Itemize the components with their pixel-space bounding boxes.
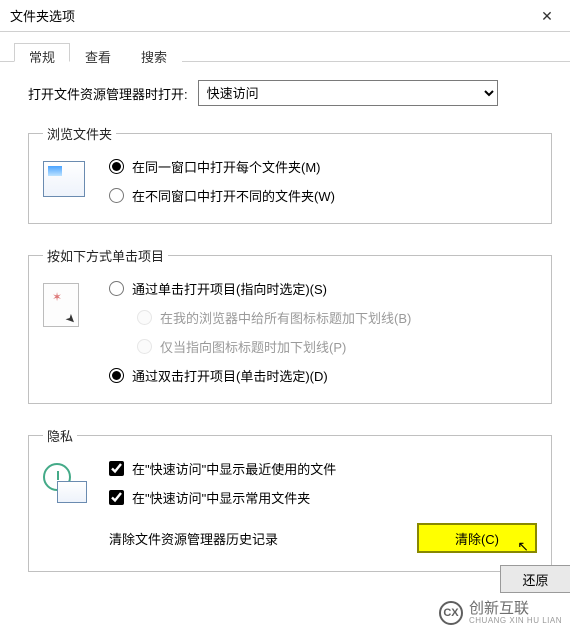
tab-panel-general: 打开文件资源管理器时打开: 快速访问 浏览文件夹 在同一窗口中打开每个文件夹(M… xyxy=(0,62,570,604)
check-recent-files[interactable]: 在"快速访问"中显示最近使用的文件 xyxy=(109,459,537,478)
group-browse-folders: 浏览文件夹 在同一窗口中打开每个文件夹(M) 在不同窗口中打开不同的文件夹(W) xyxy=(28,124,552,224)
group-privacy: 隐私 在"快速访问"中显示最近使用的文件 在"快速访问"中显示常用文件夹 清除文… xyxy=(28,426,552,572)
group-click-legend: 按如下方式单击项目 xyxy=(43,246,168,265)
radio-same-window-input[interactable] xyxy=(109,159,124,174)
clear-button[interactable]: 清除(C) ↖ xyxy=(417,523,537,553)
watermark-logo-icon: CX xyxy=(439,601,463,625)
radio-underline-browser-input xyxy=(137,310,152,325)
open-explorer-label: 打开文件资源管理器时打开: xyxy=(28,84,188,103)
check-recent-files-label: 在"快速访问"中显示最近使用的文件 xyxy=(132,459,336,478)
radio-new-window-input[interactable] xyxy=(109,188,124,203)
check-freq-folders-label: 在"快速访问"中显示常用文件夹 xyxy=(132,488,310,507)
radio-double-click-label: 通过双击打开项目(单击时选定)(D) xyxy=(132,366,328,385)
close-icon: ✕ xyxy=(541,8,553,25)
watermark-sub: CHUANG XIN HU LIAN xyxy=(469,616,562,625)
radio-underline-browser-label: 在我的浏览器中给所有图标标题加下划线(B) xyxy=(160,308,411,327)
clear-history-label: 清除文件资源管理器历史记录 xyxy=(109,529,278,548)
group-click-mode: 按如下方式单击项目 通过单击打开项目(指向时选定)(S) 在我的浏览器中给所有图… xyxy=(28,246,552,404)
check-freq-folders-input[interactable] xyxy=(109,490,124,505)
radio-underline-point-label: 仅当指向图标标题时加下划线(P) xyxy=(160,337,346,356)
radio-single-click[interactable]: 通过单击打开项目(指向时选定)(S) xyxy=(109,279,537,298)
close-button[interactable]: ✕ xyxy=(524,0,570,32)
radio-new-window-label: 在不同窗口中打开不同的文件夹(W) xyxy=(132,186,335,205)
open-explorer-row: 打开文件资源管理器时打开: 快速访问 xyxy=(28,80,552,106)
tab-search[interactable]: 搜索 xyxy=(126,43,182,62)
watermark-brand: 创新互联 xyxy=(469,601,562,616)
privacy-icon xyxy=(43,459,95,553)
radio-underline-point: 仅当指向图标标题时加下划线(P) xyxy=(137,337,537,356)
radio-underline-point-input xyxy=(137,339,152,354)
radio-single-click-label: 通过单击打开项目(指向时选定)(S) xyxy=(132,279,327,298)
browse-icon xyxy=(43,157,95,205)
check-freq-folders[interactable]: 在"快速访问"中显示常用文件夹 xyxy=(109,488,537,507)
titlebar: 文件夹选项 ✕ xyxy=(0,0,570,32)
watermark: CX 创新互联 CHUANG XIN HU LIAN xyxy=(439,601,562,625)
open-explorer-dropdown[interactable]: 快速访问 xyxy=(198,80,498,106)
tab-general[interactable]: 常规 xyxy=(14,43,70,62)
cursor-icon: ↖ xyxy=(517,538,529,555)
radio-same-window[interactable]: 在同一窗口中打开每个文件夹(M) xyxy=(109,157,537,176)
click-icon xyxy=(43,279,95,385)
radio-underline-browser: 在我的浏览器中给所有图标标题加下划线(B) xyxy=(137,308,537,327)
radio-double-click[interactable]: 通过双击打开项目(单击时选定)(D) xyxy=(109,366,537,385)
tab-view[interactable]: 查看 xyxy=(70,43,126,62)
radio-same-window-label: 在同一窗口中打开每个文件夹(M) xyxy=(132,157,321,176)
window-title: 文件夹选项 xyxy=(10,6,75,25)
group-browse-legend: 浏览文件夹 xyxy=(43,124,116,143)
dialog-footer: 还原 xyxy=(500,565,570,593)
radio-new-window[interactable]: 在不同窗口中打开不同的文件夹(W) xyxy=(109,186,537,205)
check-recent-files-input[interactable] xyxy=(109,461,124,476)
tabstrip: 常规 查看 搜索 xyxy=(0,32,570,62)
restore-defaults-button[interactable]: 还原 xyxy=(500,565,570,593)
radio-single-click-input[interactable] xyxy=(109,281,124,296)
clear-button-label: 清除(C) xyxy=(455,532,499,547)
radio-double-click-input[interactable] xyxy=(109,368,124,383)
group-privacy-legend: 隐私 xyxy=(43,426,77,445)
clear-history-row: 清除文件资源管理器历史记录 清除(C) ↖ xyxy=(109,523,537,553)
